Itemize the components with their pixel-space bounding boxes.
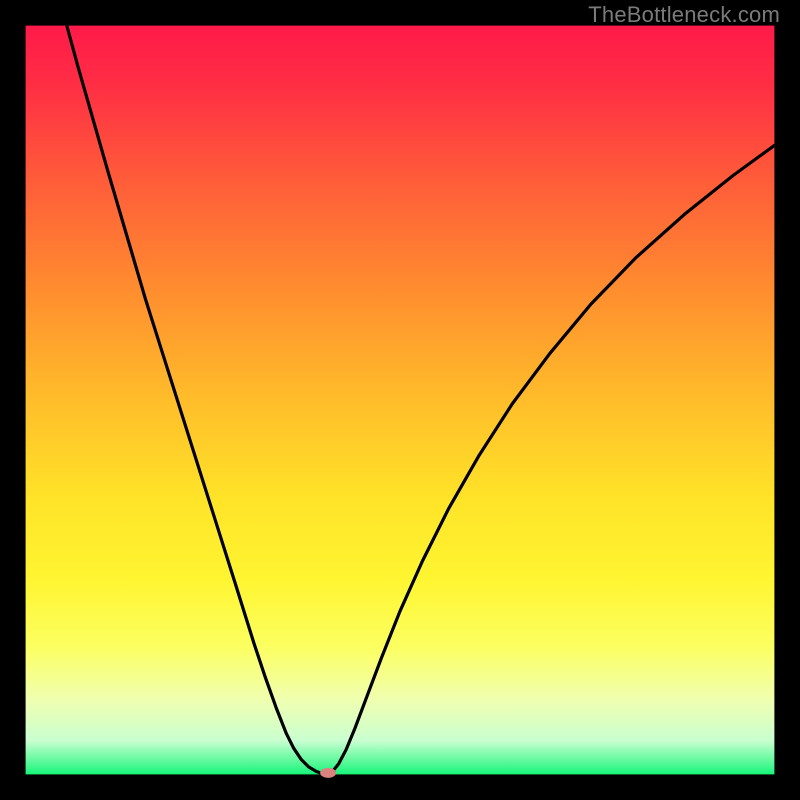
chart-frame: TheBottleneck.com — [0, 0, 800, 800]
bottleneck-chart — [0, 0, 800, 800]
optimal-point-marker — [320, 768, 336, 778]
gradient-background — [26, 26, 775, 775]
watermark-text: TheBottleneck.com — [588, 2, 780, 28]
